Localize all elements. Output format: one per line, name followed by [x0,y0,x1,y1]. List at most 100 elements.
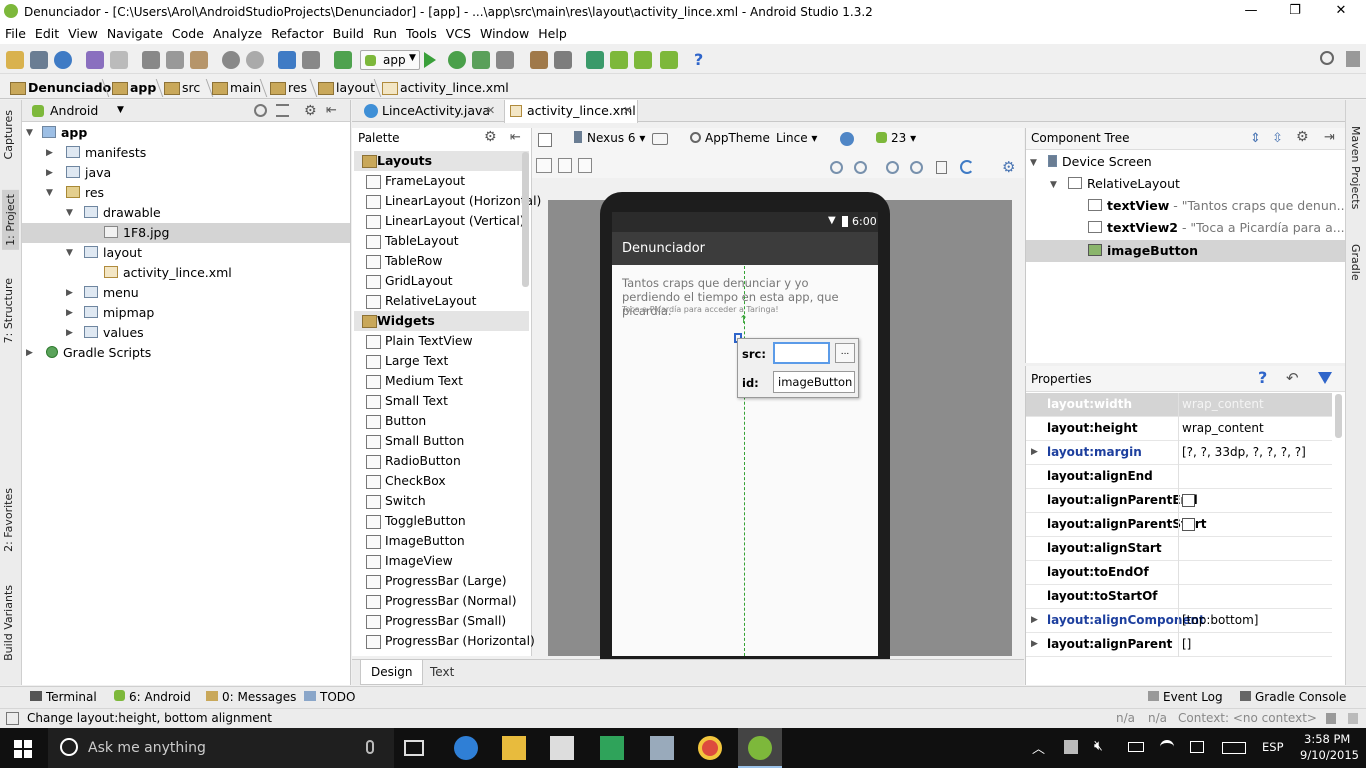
expand-arrow-icon[interactable]: ▼ [66,208,73,218]
hide-panel-icon[interactable]: ⇤ [510,130,521,145]
tree-text-view-2[interactable]: textView2 - "Toca a Picardía para a...in… [1088,218,1366,238]
show-hidden-icons[interactable]: ︿ [1032,738,1045,757]
property-row-margin[interactable]: ▶ layout:margin [?, ?, 33dp, ?, ?, ?, ?] [1026,441,1332,465]
menu-edit[interactable]: Edit [35,26,59,41]
file-explorer-icon[interactable] [502,736,526,760]
sync-icon[interactable] [54,51,72,69]
palette-item[interactable]: FrameLayout [366,171,465,191]
tab-design[interactable]: Design [360,660,424,685]
hide-panel-icon[interactable]: ⇥ [1324,130,1335,145]
filter-icon[interactable] [1318,372,1332,384]
tree-item-1f8-jpg[interactable]: 1F8.jpg [104,223,169,243]
lock-icon[interactable] [1326,713,1336,724]
configure-icon[interactable] [578,158,592,173]
palette-item[interactable]: GridLayout [366,271,453,291]
avd-manager-icon[interactable] [554,51,572,69]
favorites-tab[interactable]: 2: Favorites [2,488,15,552]
attach-debugger-icon[interactable] [472,51,490,69]
menu-analyze[interactable]: Analyze [213,26,262,41]
stop-icon[interactable] [496,51,514,69]
tree-item-res[interactable]: res [66,183,104,203]
palette-item[interactable]: Small Text [366,391,448,411]
android-icon-2[interactable] [660,51,678,69]
project-structure-icon[interactable] [610,51,628,69]
menu-refactor[interactable]: Refactor [271,26,323,41]
redo-icon[interactable] [110,51,128,69]
help-icon[interactable]: ? [694,50,703,69]
palette-item[interactable]: RelativeLayout [366,291,476,311]
restore-default-icon[interactable]: ↶ [1286,369,1299,387]
edge-icon[interactable] [454,736,478,760]
project-tab[interactable]: 1: Project [2,190,19,250]
status-toggle-icon[interactable] [6,712,19,725]
screenshot-icon[interactable] [936,161,947,174]
inspector-icon[interactable] [1348,713,1358,724]
search-everywhere-icon[interactable] [1320,51,1334,65]
palette-section-widgets[interactable]: Widgets [354,311,529,331]
breadcrumb-file[interactable]: activity_lince.xml [380,79,509,97]
palette-item[interactable]: ProgressBar (Normal) [366,591,517,611]
cut-icon[interactable] [142,51,160,69]
network-device-icon[interactable] [1064,740,1078,754]
chrome-icon[interactable] [698,736,722,760]
breadcrumb-res[interactable]: res [268,79,307,97]
menu-code[interactable]: Code [172,26,204,41]
browse-button[interactable]: ... [835,343,855,363]
task-view-icon[interactable] [404,740,424,756]
gear-icon[interactable]: ⚙ [304,103,317,119]
refresh-icon[interactable] [960,160,974,174]
collapsed-arrow-icon[interactable]: ▶ [1031,441,1038,464]
menu-tools[interactable]: Tools [406,26,437,41]
palette-item[interactable]: ImageView [366,551,453,571]
palette-item[interactable]: CheckBox [366,471,446,491]
collapsed-arrow-icon[interactable]: ▶ [26,348,33,358]
palette-scrollbar[interactable] [522,152,529,287]
palette-item[interactable]: ToggleButton [366,511,466,531]
captures-tab[interactable]: Captures [2,110,15,159]
tree-item-gradle-scripts[interactable]: Gradle Scripts [46,343,151,363]
palette-item[interactable]: TableRow [366,251,442,271]
expand-all-icon[interactable]: ⇕ [1250,131,1261,146]
tree-item-java[interactable]: java [66,163,111,183]
expand-arrow-icon[interactable]: ▼ [46,188,53,198]
action-center-icon[interactable] [1190,741,1204,753]
palette-item[interactable]: Button [366,411,426,431]
collapsed-arrow-icon[interactable]: ▶ [66,288,73,298]
menu-navigate[interactable]: Navigate [107,26,163,41]
toggle-constraints-icon[interactable] [536,158,552,173]
tab-activity-lince-xml[interactable]: activity_lince.xml ✕ [504,100,638,123]
menu-run[interactable]: Run [373,26,397,41]
restore-button[interactable]: ❐ [1272,0,1318,23]
palette-item[interactable]: ImageButton [366,531,465,551]
close-tab-icon[interactable]: ✕ [486,100,495,122]
collapsed-arrow-icon[interactable]: ▶ [66,308,73,318]
wifi-tray-icon[interactable] [1160,740,1174,754]
gear-icon[interactable]: ⚙ [484,129,497,145]
collapsed-arrow-icon[interactable]: ▶ [66,328,73,338]
palette-item[interactable]: ProgressBar (Small) [366,611,506,631]
layout-file-icon[interactable] [538,133,552,147]
property-row-height[interactable]: layout:height wrap_content [1026,417,1332,441]
forward-icon[interactable] [302,51,320,69]
hide-panel-icon[interactable]: ⇤ [326,103,337,118]
locale-globe-icon[interactable] [840,132,854,146]
theme-select[interactable]: AppTheme [690,131,770,145]
copy-icon[interactable] [166,51,184,69]
menu-file[interactable]: File [5,26,26,41]
debug-icon[interactable] [448,51,466,69]
replace-icon[interactable] [246,51,264,69]
collapsed-arrow-icon[interactable]: ▶ [1031,633,1038,656]
breadcrumb-layout[interactable]: layout [316,79,375,97]
tree-item-layout[interactable]: layout [84,243,142,263]
palette-item[interactable]: RadioButton [366,451,461,471]
messages-tab[interactable]: 0: Messages [206,690,296,704]
palette-item[interactable]: Plain TextView [366,331,473,351]
zoom-in-icon[interactable] [886,161,899,174]
tree-image-button[interactable]: imageButton [1088,241,1198,261]
fit-height-icon[interactable] [558,158,572,173]
palette-item[interactable]: TableLayout [366,231,459,251]
maven-projects-tab[interactable]: Maven Projects [1349,126,1362,209]
property-row-align-parent-start[interactable]: layout:alignParentStart [1026,513,1332,537]
tree-item-app[interactable]: app [42,123,87,143]
src-input[interactable] [773,342,830,364]
